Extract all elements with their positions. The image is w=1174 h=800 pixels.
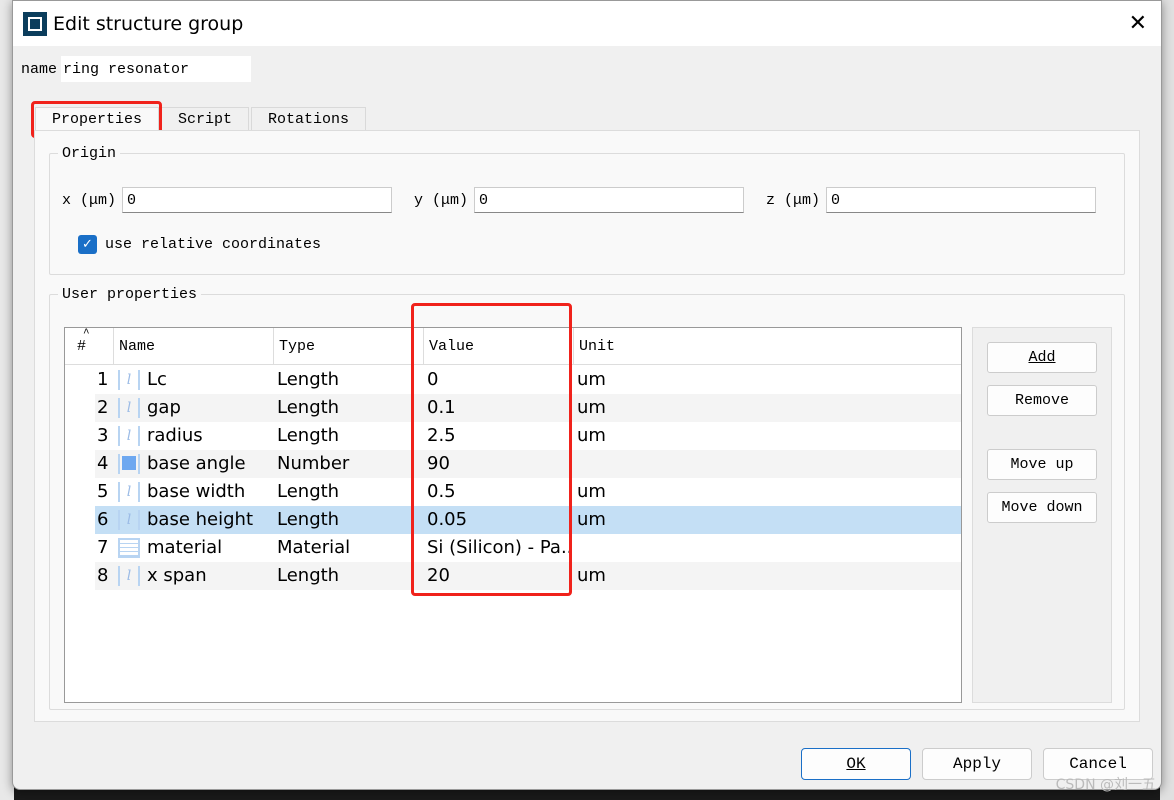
property-type: Length [277,369,340,390]
row-number: 5 [97,481,109,502]
tab-script[interactable]: Script [161,107,250,131]
row-number: 7 [97,537,109,558]
z-label: z (μm) [766,191,821,209]
row-number: 4 [97,453,109,474]
property-name: base height [147,509,254,530]
column-header-unit[interactable]: Unit [573,328,963,365]
origin-legend: Origin [62,145,117,162]
property-name: base angle [147,453,246,474]
x-label: x (μm) [62,191,117,209]
add-button[interactable]: Add [987,342,1097,373]
property-unit: um [577,425,606,446]
title-bar: Edit structure group ✕ [13,1,1161,46]
row-number: 2 [97,397,109,418]
property-type: Length [277,509,340,530]
property-name: radius [147,425,203,446]
property-name: Lc [147,369,167,390]
length-type-icon: l [118,426,140,446]
y-label: y (μm) [414,191,469,209]
property-type: Length [277,565,340,586]
property-unit: um [577,509,606,530]
relative-coordinates-checkbox[interactable]: ✓ [78,235,97,254]
property-type: Length [277,481,340,502]
property-type: Length [277,425,340,446]
length-type-icon: l [118,510,140,530]
row-number: 6 [97,509,109,530]
y-input[interactable] [474,187,745,213]
row-number: 1 [97,369,109,390]
watermark: CSDN @刘一五 [1055,777,1156,793]
property-name: material [147,537,223,558]
property-name: gap [147,397,181,418]
length-type-icon: l [118,482,140,502]
property-unit: um [577,397,606,418]
property-unit: um [577,565,606,586]
length-type-icon: l [118,398,140,418]
sort-ascending-icon: ^ [83,328,90,340]
user-properties-legend: User properties [62,286,198,303]
name-input[interactable] [61,56,252,82]
x-input[interactable] [122,187,393,213]
column-header-number[interactable]: ^ # [65,328,115,365]
row-number: 3 [97,425,109,446]
property-type: Number [277,453,350,474]
column-header-type[interactable]: Type [273,328,423,365]
properties-panel: Origin x (μm) y (μm) z (μm) ✓ use relativ… [34,130,1140,722]
property-buttons-panel: Add Remove Move up Move down [972,327,1112,703]
row-number: 8 [97,565,109,586]
property-type: Length [277,397,340,418]
move-up-button[interactable]: Move up [987,449,1097,480]
length-type-icon: l [118,370,140,390]
apply-button[interactable]: Apply [922,748,1032,780]
app-icon [23,11,47,36]
window-title: Edit structure group [53,12,244,35]
move-down-button[interactable]: Move down [987,492,1097,523]
highlight-box [411,303,572,596]
edit-structure-group-dialog: Edit structure group ✕ name Properties S… [12,0,1162,790]
property-name: base width [147,481,246,502]
name-label: name [21,60,58,78]
relative-coordinates-label: use relative coordinates [105,236,322,253]
property-name: x span [147,565,207,586]
ok-button[interactable]: OK [801,748,911,780]
property-unit: um [577,369,606,390]
close-icon[interactable]: ✕ [1129,11,1147,36]
tab-rotations[interactable]: Rotations [251,107,367,131]
material-type-icon [118,538,140,558]
length-type-icon: l [118,566,140,586]
number-type-icon [118,454,140,474]
property-type: Material [277,537,351,558]
column-header-name[interactable]: Name [113,328,275,365]
background-window [1160,0,1174,800]
origin-group: Origin x (μm) y (μm) z (μm) ✓ use relativ… [49,145,1125,275]
z-input[interactable] [826,187,1097,213]
remove-button[interactable]: Remove [987,385,1097,416]
property-unit: um [577,481,606,502]
user-properties-group: User properties ^ # Name Type Value Unit … [49,286,1125,710]
